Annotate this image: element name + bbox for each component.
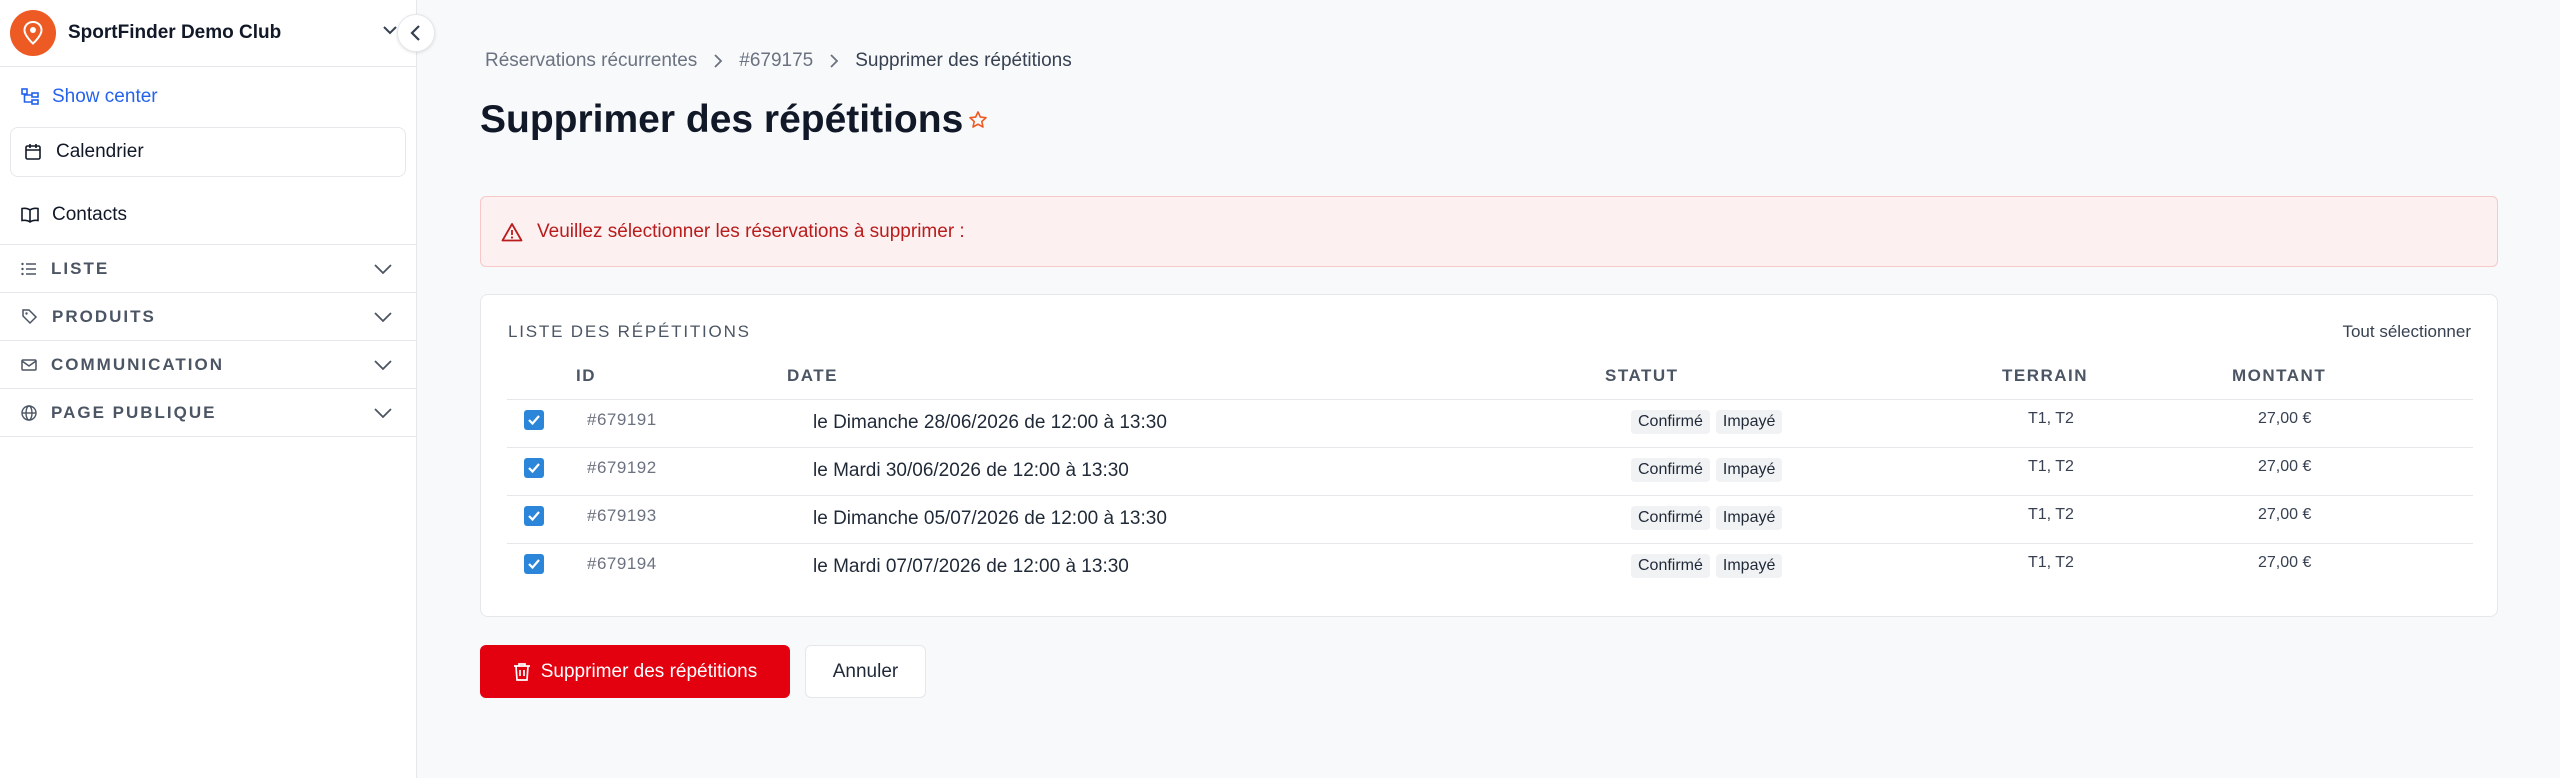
alert-message: Veuillez sélectionner les réservations à…	[537, 220, 965, 242]
globe-icon	[21, 404, 37, 421]
breadcrumb-item-reservation-id[interactable]: #679175	[739, 50, 813, 72]
row-date: le Dimanche 05/07/2026 de 12:00 à 13:30	[813, 508, 1167, 529]
status-badge: Impayé	[1715, 410, 1783, 434]
list-icon	[21, 261, 37, 277]
sidebar-item-contacts[interactable]: Contacts	[0, 185, 416, 245]
star-icon[interactable]	[968, 110, 988, 135]
calendar-icon	[24, 143, 42, 161]
column-header-terrain: TERRAIN	[2002, 366, 2089, 385]
sidebar-item-label: Calendrier	[56, 141, 144, 162]
row-checkbox[interactable]	[524, 410, 544, 430]
table-row[interactable]: #679191 le Dimanche 28/06/2026 de 12:00 …	[507, 399, 2473, 447]
repetitions-card: LISTE DES RÉPÉTITIONS Tout sélectionner …	[480, 294, 2498, 617]
breadcrumb: Réservations récurrentes #679175 Supprim…	[485, 50, 1072, 72]
row-date: le Dimanche 28/06/2026 de 12:00 à 13:30	[813, 412, 1167, 433]
sidebar-item-label: Contacts	[52, 203, 127, 225]
delete-repetitions-button[interactable]: Supprimer des répétitions	[480, 645, 790, 698]
checkmark-icon	[528, 415, 540, 426]
club-name: SportFinder Demo Club	[68, 22, 282, 43]
row-status: Confirmé Impayé	[1631, 458, 1783, 482]
row-terrain: T1, T2	[2028, 554, 2074, 571]
chevron-right-icon	[828, 52, 840, 70]
tag-icon	[21, 308, 38, 325]
status-badge: Confirmé	[1631, 458, 1710, 482]
chevron-down-icon	[373, 356, 393, 379]
sidebar-section-label: LISTE	[51, 258, 110, 278]
sidebar: SportFinder Demo Club Show center Calend…	[0, 0, 417, 778]
sidebar-section-liste[interactable]: LISTE	[0, 245, 416, 293]
card-title: LISTE DES RÉPÉTITIONS	[508, 322, 751, 341]
warning-triangle-icon	[501, 222, 523, 242]
row-montant: 27,00 €	[2258, 506, 2312, 523]
chevron-right-icon	[712, 52, 724, 70]
sidebar-collapse-button[interactable]	[397, 14, 435, 52]
column-header-statut: STATUT	[1605, 366, 1679, 385]
page-title: Supprimer des répétitions	[480, 98, 964, 141]
select-all-link[interactable]: Tout sélectionner	[2342, 322, 2471, 342]
warning-alert: Veuillez sélectionner les réservations à…	[480, 196, 2498, 267]
sidebar-section-page-publique[interactable]: PAGE PUBLIQUE	[0, 389, 416, 437]
status-badge: Impayé	[1715, 458, 1783, 482]
checkmark-icon	[528, 511, 540, 522]
sidebar-section-label: PAGE PUBLIQUE	[51, 402, 217, 422]
mail-icon	[21, 358, 37, 372]
column-header-id: ID	[576, 366, 596, 385]
status-badge: Confirmé	[1631, 410, 1710, 434]
cancel-button[interactable]: Annuler	[805, 645, 926, 698]
sidebar-section-communication[interactable]: COMMUNICATION	[0, 341, 416, 389]
row-checkbox[interactable]	[524, 458, 544, 478]
row-id: #679192	[587, 458, 657, 477]
location-pin-icon	[23, 21, 43, 45]
sidebar-item-calendrier[interactable]: Calendrier	[10, 127, 406, 177]
table-row[interactable]: #679193 le Dimanche 05/07/2026 de 12:00 …	[507, 495, 2473, 543]
row-montant: 27,00 €	[2258, 458, 2312, 475]
row-montant: 27,00 €	[2258, 554, 2312, 571]
row-date: le Mardi 30/06/2026 de 12:00 à 13:30	[813, 460, 1129, 481]
row-checkbox[interactable]	[524, 506, 544, 526]
row-montant: 27,00 €	[2258, 410, 2312, 427]
status-badge: Confirmé	[1631, 554, 1710, 578]
table-row[interactable]: #679192 le Mardi 30/06/2026 de 12:00 à 1…	[507, 447, 2473, 495]
tree-structure-icon	[20, 87, 40, 107]
table-row[interactable]: #679194 le Mardi 07/07/2026 de 12:00 à 1…	[507, 543, 2473, 591]
row-status: Confirmé Impayé	[1631, 554, 1783, 578]
chevron-down-icon	[373, 308, 393, 331]
trash-icon	[513, 662, 531, 682]
status-badge: Impayé	[1715, 554, 1783, 578]
sidebar-item-show-center[interactable]: Show center	[0, 67, 416, 127]
club-switcher[interactable]: SportFinder Demo Club	[0, 0, 416, 67]
checkmark-icon	[528, 463, 540, 474]
row-id: #679191	[587, 410, 657, 429]
row-terrain: T1, T2	[2028, 410, 2074, 427]
row-date: le Mardi 07/07/2026 de 12:00 à 13:30	[813, 556, 1129, 577]
checkmark-icon	[528, 559, 540, 570]
row-id: #679194	[587, 554, 657, 573]
column-header-date: DATE	[787, 366, 839, 385]
breadcrumb-item-reservations[interactable]: Réservations récurrentes	[485, 50, 697, 72]
status-badge: Confirmé	[1631, 506, 1710, 530]
chevron-down-icon	[373, 260, 393, 283]
breadcrumb-current: Supprimer des répétitions	[855, 50, 1072, 71]
club-logo	[10, 10, 56, 56]
sidebar-section-label: COMMUNICATION	[51, 354, 224, 374]
row-terrain: T1, T2	[2028, 458, 2074, 475]
delete-button-label: Supprimer des répétitions	[540, 660, 758, 682]
chevron-left-icon	[410, 25, 420, 41]
row-status: Confirmé Impayé	[1631, 410, 1783, 434]
sidebar-item-label: Show center	[52, 86, 158, 107]
column-header-montant: MONTANT	[2232, 366, 2327, 385]
sidebar-section-produits[interactable]: PRODUITS	[0, 293, 416, 341]
row-id: #679193	[587, 506, 657, 525]
book-open-icon	[20, 206, 40, 224]
row-terrain: T1, T2	[2028, 506, 2074, 523]
row-checkbox[interactable]	[524, 554, 544, 574]
status-badge: Impayé	[1715, 506, 1783, 530]
chevron-down-icon	[373, 404, 393, 427]
row-status: Confirmé Impayé	[1631, 506, 1783, 530]
sidebar-section-label: PRODUITS	[52, 306, 156, 326]
